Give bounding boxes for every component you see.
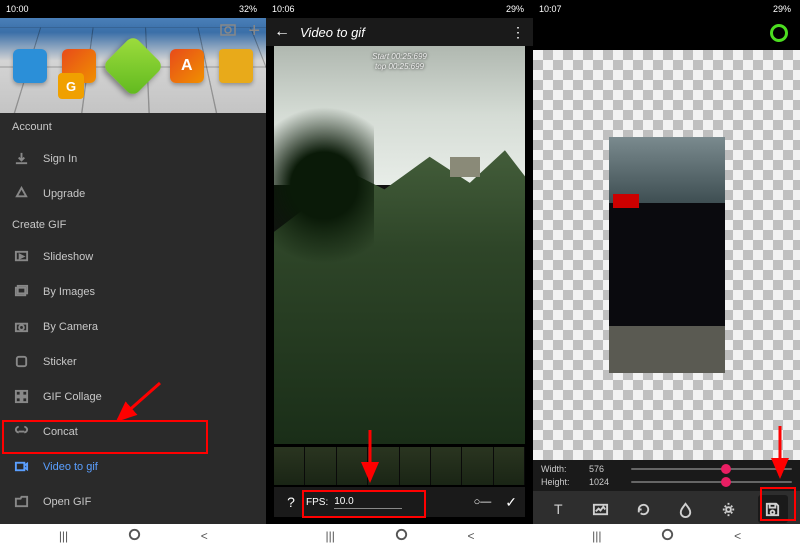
width-label: Width: bbox=[541, 464, 581, 474]
nav-home[interactable] bbox=[127, 527, 142, 545]
status-time: 10:00 bbox=[6, 4, 29, 14]
main-menu: Account Sign In Upgrade Create GIF Slide… bbox=[0, 113, 266, 524]
status-icons: 32% bbox=[227, 4, 260, 14]
section-account: Account bbox=[0, 113, 266, 141]
fps-controls: ? FPS: ○— ✓ bbox=[274, 487, 525, 517]
concat-icon bbox=[14, 424, 29, 439]
menu-byimages[interactable]: By Images bbox=[0, 274, 266, 309]
overlay-stop: top 00:25:699 bbox=[372, 62, 427, 72]
menu-label: GIF Collage bbox=[43, 391, 102, 403]
menu-concat[interactable]: Concat bbox=[0, 414, 266, 449]
battery-pct: 29% bbox=[773, 4, 791, 14]
link-toggle[interactable]: ○— bbox=[474, 496, 492, 508]
menu-label: By Images bbox=[43, 286, 95, 298]
nav-recents[interactable]: ||| bbox=[325, 529, 334, 543]
back-button[interactable]: ← bbox=[274, 23, 290, 41]
text-tool[interactable]: T bbox=[545, 496, 571, 522]
slideshow-icon bbox=[14, 249, 29, 264]
settings-tool[interactable] bbox=[715, 496, 741, 522]
menu-label: By Camera bbox=[43, 321, 98, 333]
status-icons: 29% bbox=[494, 4, 527, 14]
height-value: 1024 bbox=[589, 477, 623, 487]
nav-recents[interactable]: ||| bbox=[592, 529, 601, 543]
nav-back[interactable]: < bbox=[201, 529, 208, 543]
output-toolbar: T bbox=[533, 491, 800, 524]
help-button[interactable]: ? bbox=[282, 494, 300, 510]
image-tool[interactable] bbox=[588, 496, 614, 522]
output-canvas[interactable] bbox=[533, 50, 800, 460]
video-preview[interactable]: Start 00:25:699 top 00:25:699 bbox=[274, 46, 525, 444]
android-nav-bar: ||| < ||| < ||| < bbox=[0, 524, 800, 548]
blur-tool[interactable] bbox=[673, 496, 699, 522]
signin-icon bbox=[14, 151, 29, 166]
menu-sticker[interactable]: Sticker bbox=[0, 344, 266, 379]
battery-pct: 29% bbox=[506, 4, 524, 14]
menu-label: Upgrade bbox=[43, 188, 85, 200]
menu-upgrade[interactable]: Upgrade bbox=[0, 176, 266, 211]
nav-home[interactable] bbox=[394, 527, 409, 545]
sticker-icon bbox=[14, 354, 29, 369]
rotate-tool[interactable] bbox=[630, 496, 656, 522]
fps-input[interactable] bbox=[334, 495, 402, 509]
menu-label: Sticker bbox=[43, 356, 77, 368]
status-time: 10:06 bbox=[272, 4, 295, 14]
banner-diamond-icon bbox=[102, 34, 164, 96]
camera-button[interactable] bbox=[220, 22, 236, 41]
add-button[interactable]: + bbox=[248, 20, 260, 43]
time-overlay: Start 00:25:699 top 00:25:699 bbox=[372, 52, 427, 73]
nav-home[interactable] bbox=[660, 527, 675, 545]
height-label: Height: bbox=[541, 477, 581, 487]
menu-signin[interactable]: Sign In bbox=[0, 141, 266, 176]
section-create: Create GIF bbox=[0, 211, 266, 239]
width-slider[interactable] bbox=[631, 468, 792, 470]
confirm-button[interactable]: ✓ bbox=[505, 494, 517, 511]
images-icon bbox=[14, 284, 29, 299]
fps-label: FPS: bbox=[306, 497, 328, 508]
banner-text-icon: A bbox=[170, 49, 204, 83]
menu-video-to-gif[interactable]: Video to gif bbox=[0, 449, 266, 484]
editor-topbar: ← Video to gif ⋮ bbox=[266, 18, 533, 46]
collage-icon bbox=[14, 389, 29, 404]
nav-back[interactable]: < bbox=[734, 529, 741, 543]
output-frame bbox=[609, 137, 725, 373]
timeline[interactable] bbox=[274, 447, 525, 485]
menu-label: Concat bbox=[43, 426, 78, 438]
menu-label: Slideshow bbox=[43, 251, 93, 263]
camera-icon bbox=[14, 319, 29, 334]
screen-menu: 10:00 32% A G Account Sign In Upgrade bbox=[0, 0, 266, 524]
status-bar: 10:07 29% bbox=[533, 0, 800, 18]
nav-back[interactable]: < bbox=[467, 529, 474, 543]
screen-output: 10:07 29% Width: 576 Height: 1024 bbox=[533, 0, 800, 524]
menu-slideshow[interactable]: Slideshow bbox=[0, 239, 266, 274]
save-button[interactable] bbox=[758, 495, 788, 523]
status-icons: 29% bbox=[761, 4, 794, 14]
screen-title: Video to gif bbox=[300, 25, 501, 40]
loading-indicator-icon bbox=[770, 24, 788, 42]
status-time: 10:07 bbox=[539, 4, 562, 14]
screen-editor: 10:06 29% ← Video to gif ⋮ Start 00:25:6… bbox=[266, 0, 533, 524]
status-bar: 10:06 29% bbox=[266, 0, 533, 18]
status-bar: 10:00 32% bbox=[0, 0, 266, 18]
open-icon bbox=[14, 494, 29, 509]
height-slider[interactable] bbox=[631, 481, 792, 483]
battery-pct: 32% bbox=[239, 4, 257, 14]
banner-scissors-icon bbox=[219, 49, 253, 83]
upgrade-icon bbox=[14, 186, 29, 201]
dimensions-panel: Width: 576 Height: 1024 bbox=[533, 460, 800, 491]
menu-opengif[interactable]: Open GIF bbox=[0, 484, 266, 519]
overlay-start: Start 00:25:699 bbox=[372, 52, 427, 62]
menu-label: Open GIF bbox=[43, 496, 91, 508]
menu-label: Sign In bbox=[43, 153, 77, 165]
nav-recents[interactable]: ||| bbox=[59, 529, 68, 543]
menu-bycamera[interactable]: By Camera bbox=[0, 309, 266, 344]
menu-label: Video to gif bbox=[43, 461, 98, 473]
banner-g-icon: G bbox=[58, 73, 84, 99]
more-button[interactable]: ⋮ bbox=[511, 24, 525, 41]
width-value: 576 bbox=[589, 464, 623, 474]
video-icon bbox=[14, 459, 29, 474]
banner-camera-icon bbox=[13, 49, 47, 83]
menu-collage[interactable]: GIF Collage bbox=[0, 379, 266, 414]
output-topbar bbox=[533, 18, 800, 50]
